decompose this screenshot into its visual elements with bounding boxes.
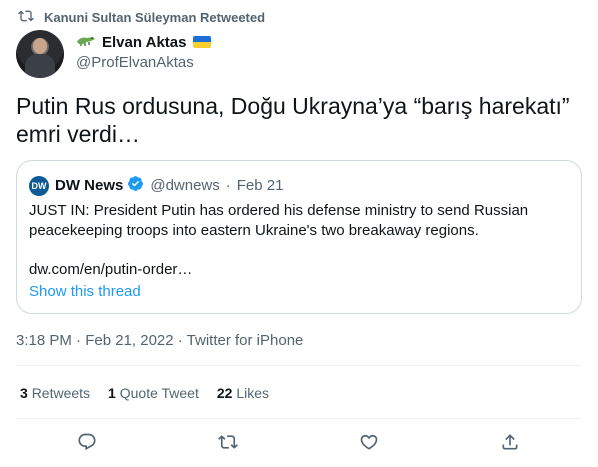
show-thread-link[interactable]: Show this thread: [29, 283, 141, 300]
user-handle[interactable]: @ProfElvanAktas: [76, 54, 211, 71]
quoted-tweet-text: JUST IN: President Putin has ordered his…: [29, 202, 529, 239]
likes-label: Likes: [236, 385, 270, 401]
retweet-icon[interactable]: [218, 432, 240, 454]
likes-count: 22: [216, 385, 233, 401]
dw-logo-icon: DW: [29, 175, 49, 196]
tweet-timestamp[interactable]: 3:18 PM · Feb 21, 2022 · Twitter for iPh…: [16, 332, 303, 349]
retweets-label: Retweets: [31, 385, 91, 401]
ukraine-flag-icon: [192, 36, 211, 48]
quoted-handle: @dwnews: [150, 177, 220, 194]
quotes-label: Quote Tweet: [119, 385, 199, 401]
reply-icon[interactable]: [77, 432, 99, 454]
quotes-stat[interactable]: 1 Quote Tweet: [108, 385, 199, 401]
crocodile-emoji-icon: [76, 33, 102, 52]
retweets-count: 3: [20, 385, 28, 401]
like-icon[interactable]: [359, 432, 381, 454]
retweet-context[interactable]: Kanuni Sultan Süleyman Retweeted: [18, 8, 265, 26]
avatar[interactable]: [16, 30, 64, 78]
quoted-tweet-card[interactable]: DW DW News @dwnews · Feb 21 JUST IN: Pre…: [16, 160, 582, 314]
likes-stat[interactable]: 22 Likes: [217, 385, 269, 401]
action-bar: [0, 428, 598, 458]
retweet-context-text: Kanuni Sultan Süleyman Retweeted: [44, 9, 266, 25]
quoted-date: Feb 21: [236, 177, 284, 194]
quotes-count: 1: [108, 385, 116, 401]
divider: [16, 418, 582, 419]
retweet-small-icon: [18, 8, 44, 27]
quoted-display-name: DW News: [55, 177, 124, 194]
verified-badge-icon: [123, 175, 144, 196]
quoted-tweet-link[interactable]: dw.com/en/putin-order…: [29, 261, 192, 278]
share-icon[interactable]: [500, 432, 522, 454]
tweet-text: Putin Rus ordusuna, Doğu Ukrayna’ya “bar…: [16, 93, 570, 147]
author-info[interactable]: Elvan Aktas @ProfElvanAktas: [76, 32, 211, 71]
quoted-tweet-header: DW DW News @dwnews · Feb 21: [29, 175, 283, 196]
retweets-stat[interactable]: 3 Retweets: [20, 385, 90, 401]
display-name[interactable]: Elvan Aktas: [102, 34, 187, 51]
engagement-stats: 3 Retweets 1 Quote Tweet 22 Likes: [20, 385, 287, 401]
divider: [16, 365, 582, 366]
meta-separator: ·: [225, 177, 231, 194]
